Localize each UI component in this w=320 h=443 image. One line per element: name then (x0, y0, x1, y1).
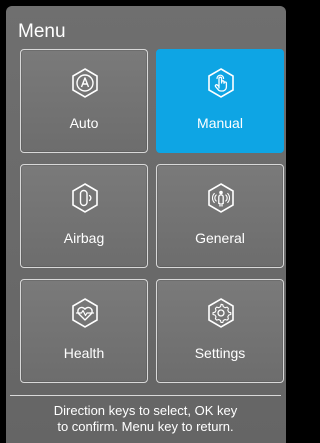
navigation-hint: Direction keys to select, OK key to conf… (18, 403, 273, 435)
menu-item-label: Health (63, 345, 105, 361)
menu-item-settings[interactable]: Settings (156, 279, 284, 383)
auto-mode-icon (72, 68, 98, 98)
menu-item-manual[interactable]: Manual (156, 49, 284, 153)
menu-item-general[interactable]: General (156, 164, 284, 268)
gear-icon (208, 298, 234, 328)
footer-divider (10, 395, 281, 396)
menu-item-label: Auto (69, 115, 99, 131)
heart-pulse-icon (72, 298, 98, 328)
menu-title: Menu (18, 21, 66, 42)
hand-touch-icon (208, 68, 234, 98)
menu-item-health[interactable]: Health (20, 279, 148, 383)
menu-item-airbag[interactable]: Airbag (20, 164, 148, 268)
airbag-icon (72, 183, 98, 213)
menu-screen: Menu Auto Manual Airbag General Health S… (0, 0, 291, 443)
menu-item-label: General (195, 230, 245, 246)
hint-line-1: Direction keys to select, OK key (53, 403, 238, 418)
menu-item-label: Airbag (63, 230, 105, 246)
menu-item-auto[interactable]: Auto (20, 49, 148, 153)
menu-item-label: Manual (197, 115, 243, 131)
hint-line-2: to confirm. Menu key to return. (57, 419, 234, 434)
menu-item-label: Settings (194, 345, 246, 361)
person-signal-icon (208, 183, 234, 213)
